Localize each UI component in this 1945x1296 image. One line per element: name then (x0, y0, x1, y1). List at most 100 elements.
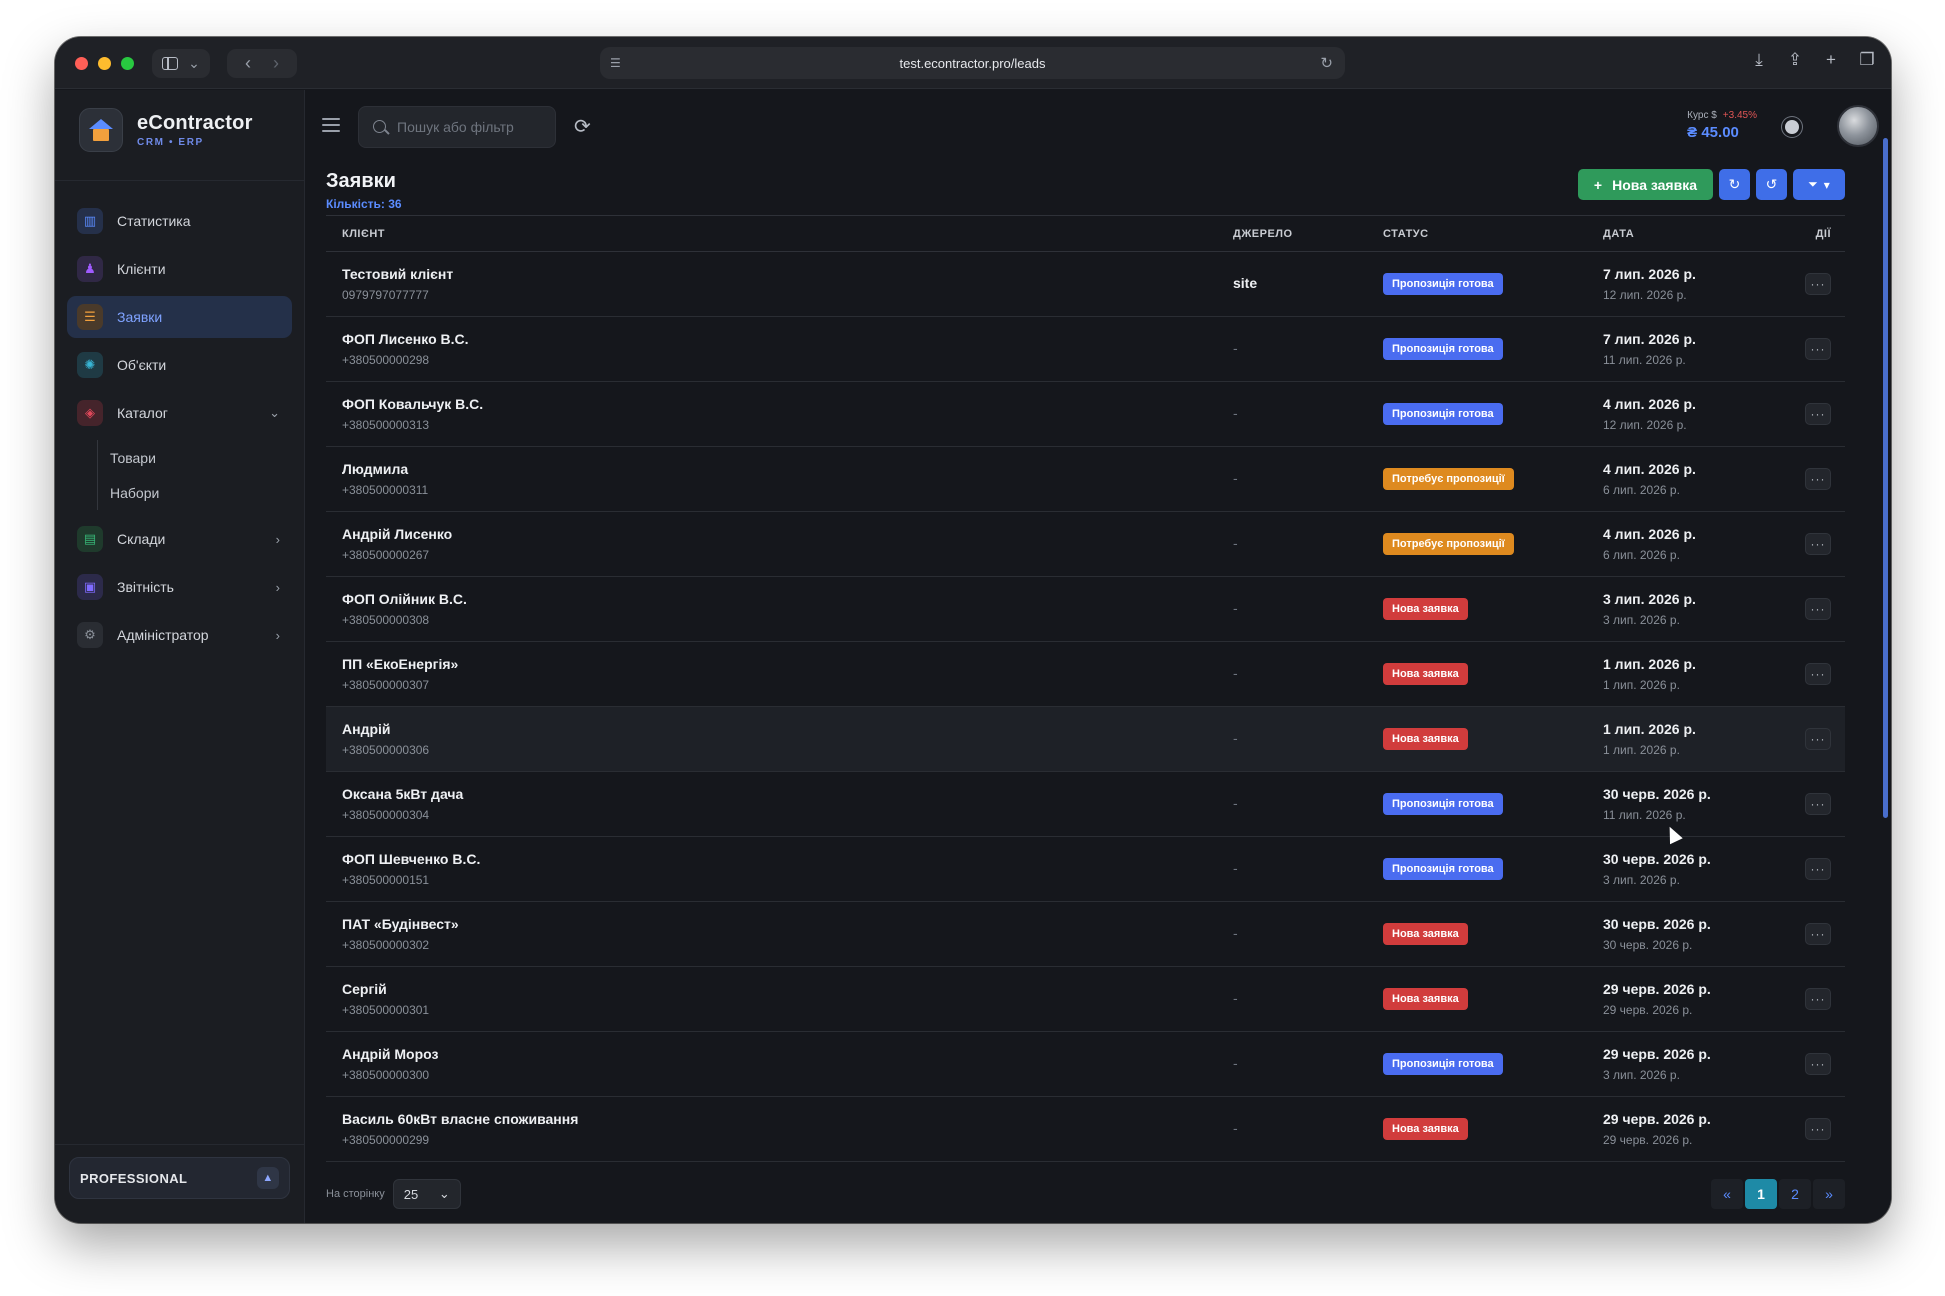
more-actions-button[interactable]: ··· (1805, 923, 1831, 945)
source-value: - (1233, 925, 1238, 941)
sidebar-item-reports[interactable]: ▣ Звітність › (67, 566, 292, 608)
column-header-source[interactable]: ДЖЕРЕЛО (1233, 228, 1383, 240)
page-button-1[interactable]: 1 (1745, 1179, 1777, 1209)
column-header-client[interactable]: КЛІЄНТ (326, 228, 1233, 240)
sidebar-subitem-bundles[interactable]: Набори (110, 475, 292, 510)
gear-icon: ⚙ (77, 622, 103, 648)
address-bar[interactable]: ☰ test.econtractor.pro/leads ↻ (600, 47, 1345, 79)
logo-icon (79, 108, 123, 152)
more-actions-button[interactable]: ··· (1805, 598, 1831, 620)
sidebar-item-objects[interactable]: ✺ Об'єкти (67, 344, 292, 386)
scrollbar[interactable] (1883, 138, 1888, 818)
sync-icon[interactable]: ⟳ (574, 114, 591, 139)
client-name[interactable]: Андрій Лисенко (342, 526, 1233, 542)
app-sidebar: eContractor CRM • ERP ▥ Статистика ♟ Клі… (55, 90, 305, 1223)
table-row[interactable]: ФОП Лисенко В.С. +380500000298 - Пропозиція… (326, 317, 1845, 382)
status-cell: Нова заявка (1383, 728, 1603, 750)
client-name[interactable]: Оксана 5кВт дача (342, 786, 1233, 802)
table-row[interactable]: Василь 60кВт власне споживання +380500000… (326, 1097, 1845, 1162)
client-cell: Тестовий клієнт 0979797077777 (326, 266, 1233, 302)
more-actions-button[interactable]: ··· (1805, 468, 1831, 490)
created-date: 30 черв. 2026 р. (1603, 786, 1711, 802)
column-header-status[interactable]: СТАТУС (1383, 228, 1603, 240)
share-icon[interactable]: ⇪ (1785, 50, 1805, 70)
more-actions-button[interactable]: ··· (1805, 1118, 1831, 1140)
actions-cell: ··· (1768, 728, 1845, 750)
theme-toggle-icon[interactable] (1785, 120, 1799, 134)
table-row[interactable]: Андрій Лисенко +380500000267 - Потребує про… (326, 512, 1845, 577)
sidebar-item-admin[interactable]: ⚙ Адміністратор › (67, 614, 292, 656)
table-row[interactable]: ФОП Шевченко В.С. +380500000151 - Пропозиці… (326, 837, 1845, 902)
avatar[interactable] (1837, 105, 1879, 147)
back-icon[interactable]: ‹ (245, 53, 251, 74)
maximize-window-button[interactable] (121, 57, 134, 70)
sidebar-item-leads[interactable]: ☰ Заявки (67, 296, 292, 338)
more-actions-button[interactable]: ··· (1805, 858, 1831, 880)
reload-icon[interactable]: ↻ (1320, 54, 1333, 72)
client-name[interactable]: Сергій (342, 981, 1233, 997)
tabs-overview-icon[interactable]: ❐ (1857, 50, 1877, 70)
more-actions-button[interactable]: ··· (1805, 793, 1831, 815)
source-value: - (1233, 535, 1238, 551)
forward-icon[interactable]: › (273, 53, 279, 74)
more-actions-button[interactable]: ··· (1805, 273, 1831, 295)
more-actions-button[interactable]: ··· (1805, 988, 1831, 1010)
table-row[interactable]: Андрій Мороз +380500000300 - Пропозиція гот… (326, 1032, 1845, 1097)
plan-badge[interactable]: PROFESSIONAL ▲ (69, 1157, 290, 1199)
actions-cell: ··· (1768, 273, 1845, 295)
sidebar-item-clients[interactable]: ♟ Клієнти (67, 248, 292, 290)
new-lead-button[interactable]: + Нова заявка (1577, 169, 1713, 200)
reset-button[interactable]: ↺ (1756, 169, 1787, 200)
minimize-window-button[interactable] (98, 57, 111, 70)
column-header-date[interactable]: ДАТА (1603, 228, 1768, 240)
client-name[interactable]: Тестовий клієнт (342, 266, 1233, 282)
per-page-select[interactable]: 25 ⌄ (392, 1179, 461, 1209)
actions-cell: ··· (1768, 988, 1845, 1010)
new-tab-icon[interactable]: + (1821, 50, 1841, 70)
page-button-2[interactable]: 2 (1779, 1179, 1811, 1209)
client-name[interactable]: ФОП Ковальчук В.С. (342, 396, 1233, 412)
client-name[interactable]: ФОП Лисенко В.С. (342, 331, 1233, 347)
more-actions-button[interactable]: ··· (1805, 663, 1831, 685)
more-actions-button[interactable]: ··· (1805, 728, 1831, 750)
client-name[interactable]: ФОП Олійник В.С. (342, 591, 1233, 607)
site-settings-icon[interactable]: ☰ (610, 56, 621, 70)
client-name[interactable]: ФОП Шевченко В.С. (342, 851, 1233, 867)
search-input[interactable] (397, 119, 547, 135)
sidebar-subitem-products[interactable]: Товари (110, 440, 292, 475)
filter-button[interactable]: ⏷ ▾ (1793, 169, 1845, 200)
sidebar-item-warehouses[interactable]: ▤ Склади › (67, 518, 292, 560)
next-page-button[interactable]: » (1813, 1179, 1845, 1209)
client-name[interactable]: ПАТ «Будінвест» (342, 916, 1233, 932)
client-name[interactable]: Людмила (342, 461, 1233, 477)
client-name[interactable]: Андрій Мороз (342, 1046, 1233, 1062)
menu-icon[interactable] (322, 118, 340, 136)
table-row[interactable]: ПП «ЕкоЕнергія» +380500000307 - Нова заявка… (326, 642, 1845, 707)
close-window-button[interactable] (75, 57, 88, 70)
download-icon[interactable]: ⤓ (1749, 50, 1769, 70)
more-actions-button[interactable]: ··· (1805, 338, 1831, 360)
client-name[interactable]: Василь 60кВт власне споживання (342, 1111, 1233, 1127)
table-row[interactable]: ФОП Олійник В.С. +380500000308 - Нова заявк… (326, 577, 1845, 642)
more-actions-button[interactable]: ··· (1805, 403, 1831, 425)
table-row[interactable]: Людмила +380500000311 - Потребує пропозиції… (326, 447, 1845, 512)
browser-sidebar-toggle[interactable]: ⌄ (152, 49, 210, 78)
table-row[interactable]: Тестовий клієнт 0979797077777 site Пропозиц… (326, 252, 1845, 317)
sidebar-item-catalog[interactable]: ◈ Каталог ⌄ (67, 392, 292, 434)
refresh-button[interactable]: ↻ (1719, 169, 1750, 200)
client-phone: +380500000267 (342, 548, 430, 562)
table-row[interactable]: Андрій +380500000306 - Нова заявка 1 лип. 20… (326, 707, 1845, 772)
sidebar-item-statistics[interactable]: ▥ Статистика (67, 200, 292, 242)
client-name[interactable]: Андрій (342, 721, 1233, 737)
table-row[interactable]: ФОП Ковальчук В.С. +380500000313 - Пропозиц… (326, 382, 1845, 447)
table-row[interactable]: Оксана 5кВт дача +380500000304 - Пропозиція… (326, 772, 1845, 837)
table-row[interactable]: ПАТ «Будінвест» +380500000302 - Нова заявка… (326, 902, 1845, 967)
more-actions-button[interactable]: ··· (1805, 533, 1831, 555)
client-name[interactable]: ПП «ЕкоЕнергія» (342, 656, 1233, 672)
status-cell: Пропозиція готова (1383, 858, 1603, 880)
more-actions-button[interactable]: ··· (1805, 1053, 1831, 1075)
table-row[interactable]: Сергій +380500000301 - Нова заявка 29 черв. … (326, 967, 1845, 1032)
brand[interactable]: eContractor CRM • ERP (79, 108, 253, 152)
prev-page-button[interactable]: « (1711, 1179, 1743, 1209)
client-cell: Андрій +380500000306 (326, 721, 1233, 757)
